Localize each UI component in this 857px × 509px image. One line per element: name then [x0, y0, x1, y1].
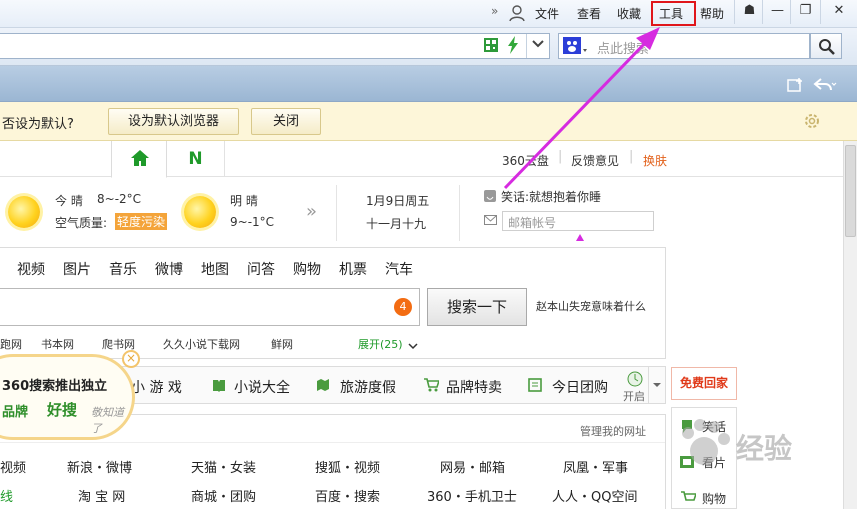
annotation-arrow [503, 27, 660, 241]
